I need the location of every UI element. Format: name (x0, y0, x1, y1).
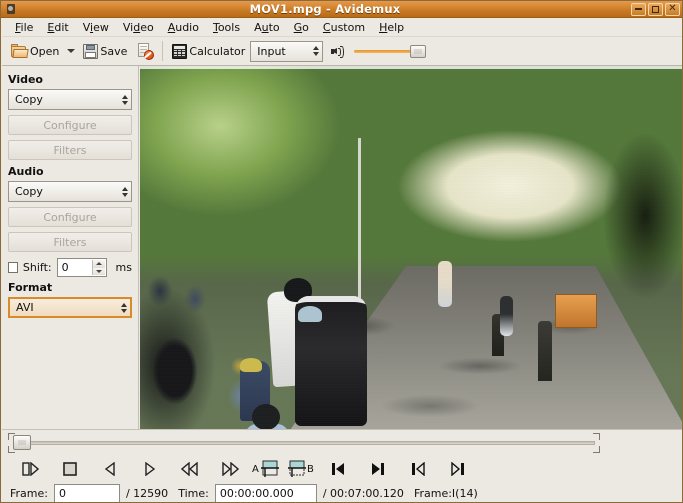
toolbar: Open Save Calculator Input (2, 37, 682, 66)
timeline-track[interactable] (13, 441, 595, 445)
frame-input[interactable]: 0 (53, 483, 120, 502)
video-frame-image (140, 66, 682, 429)
window-title: MOV1.mpg - Avidemux (249, 2, 401, 16)
video-codec-value: Copy (15, 93, 43, 106)
folder-open-icon (11, 43, 29, 59)
menu-go[interactable]: Go (287, 19, 316, 36)
speaker-icon (331, 45, 346, 58)
video-filters-button: Filters (8, 140, 132, 160)
previous-frame-button[interactable] (90, 457, 130, 481)
frame-total-label: / 12590 (125, 486, 169, 500)
save-button[interactable]: Save (80, 42, 130, 61)
previous-keyframe-button[interactable] (318, 457, 358, 481)
volume-slider[interactable] (354, 44, 427, 58)
transport-controls: A B (10, 456, 478, 482)
menu-edit[interactable]: Edit (40, 19, 75, 36)
timeline-knob[interactable] (13, 435, 31, 450)
audio-shift-row: Shift: 0 ms (8, 258, 132, 277)
select-spin-icon (313, 46, 320, 56)
audio-filters-button: Filters (8, 232, 132, 252)
shift-checkbox[interactable] (8, 262, 18, 273)
calculator-icon (172, 43, 188, 59)
menu-bar: File Edit View Video Audio Tools Auto Go… (2, 18, 682, 37)
stop-button[interactable] (50, 457, 90, 481)
menu-custom[interactable]: Custom (316, 19, 372, 36)
volume-knob[interactable] (410, 44, 427, 58)
format-value: AVI (16, 301, 34, 314)
frame-label: Frame: (10, 486, 48, 500)
menu-help[interactable]: Help (372, 19, 411, 36)
audio-configure-button: Configure (8, 207, 132, 227)
timeline-slider[interactable] (8, 433, 600, 453)
maximize-button[interactable] (648, 2, 663, 16)
frame-status-bar: Frame: 0 / 12590 Time: 00:00:00.000 / 00… (10, 482, 478, 502)
save-button-label: Save (100, 44, 128, 58)
video-codec-select[interactable]: Copy (8, 89, 132, 110)
select-spin-icon (122, 186, 128, 197)
open-button-label: Open (30, 44, 60, 58)
avidemux-window: MOV1.mpg - Avidemux ✕ File Edit View Vid… (0, 0, 683, 503)
shift-input-value: 0 (61, 261, 69, 274)
shift-label: Shift: (22, 261, 52, 274)
menu-file[interactable]: File (8, 19, 40, 36)
next-frame-button[interactable] (130, 457, 170, 481)
menu-video[interactable]: Video (116, 19, 161, 36)
playback-panel: A B Frame: 0 / 12590 Time: 00:00:00.000 … (2, 429, 682, 502)
time-input[interactable]: 00:00:00.000 (214, 483, 317, 502)
format-select[interactable]: AVI (8, 297, 132, 318)
menu-audio[interactable]: Audio (161, 19, 206, 36)
close-button[interactable]: ✕ (665, 2, 680, 16)
format-section-title: Format (8, 281, 53, 294)
select-spin-icon (122, 94, 128, 105)
time-label: Time: (178, 486, 209, 500)
video-preview[interactable] (140, 66, 682, 429)
go-to-start-button[interactable] (398, 457, 438, 481)
page-forbidden-icon (137, 43, 155, 60)
shift-unit-label: ms (115, 261, 132, 274)
camera-icon (4, 3, 19, 16)
shift-input[interactable]: 0 (56, 258, 107, 277)
minimize-button[interactable] (631, 2, 646, 16)
disable-script-button[interactable] (134, 41, 156, 61)
encoder-sidebar: Video Copy Configure Filters Audio Copy … (2, 66, 139, 429)
time-input-value: 00:00:00.000 (219, 486, 294, 500)
set-marker-b-button[interactable]: B (284, 457, 318, 481)
toolbar-separator-1 (162, 41, 164, 61)
video-section-title: Video (8, 73, 43, 86)
go-to-end-button[interactable] (438, 457, 478, 481)
play-button[interactable] (10, 457, 50, 481)
frame-type-label: Frame:I(14) (413, 486, 478, 500)
time-total-label: / 00:07:00.120 (322, 486, 404, 500)
set-marker-a-button[interactable]: A (250, 457, 284, 481)
input-source-select[interactable]: Input (250, 40, 324, 62)
calculator-button-label: Calculator (189, 44, 246, 58)
audio-codec-value: Copy (15, 185, 43, 198)
video-configure-button: Configure (8, 115, 132, 135)
open-button[interactable]: Open (8, 42, 62, 61)
rewind-button[interactable] (170, 457, 210, 481)
svg-text:B: B (307, 464, 314, 475)
chevron-down-icon[interactable] (67, 49, 76, 53)
menu-view[interactable]: View (76, 19, 116, 36)
calculator-button[interactable]: Calculator (169, 42, 248, 61)
title-bar: MOV1.mpg - Avidemux ✕ (1, 1, 682, 18)
floppy-disk-icon (83, 43, 99, 59)
next-keyframe-button[interactable] (358, 457, 398, 481)
shift-stepper[interactable] (91, 260, 105, 275)
menu-tools[interactable]: Tools (206, 19, 247, 36)
window-buttons: ✕ (631, 2, 680, 16)
frame-input-value: 0 (58, 486, 66, 500)
svg-text:A: A (252, 464, 259, 475)
input-source-value: Input (257, 44, 286, 58)
audio-codec-select[interactable]: Copy (8, 181, 132, 202)
menu-auto[interactable]: Auto (247, 19, 287, 36)
select-spin-icon (121, 302, 127, 313)
forward-button[interactable] (210, 457, 250, 481)
audio-section-title: Audio (8, 165, 44, 178)
